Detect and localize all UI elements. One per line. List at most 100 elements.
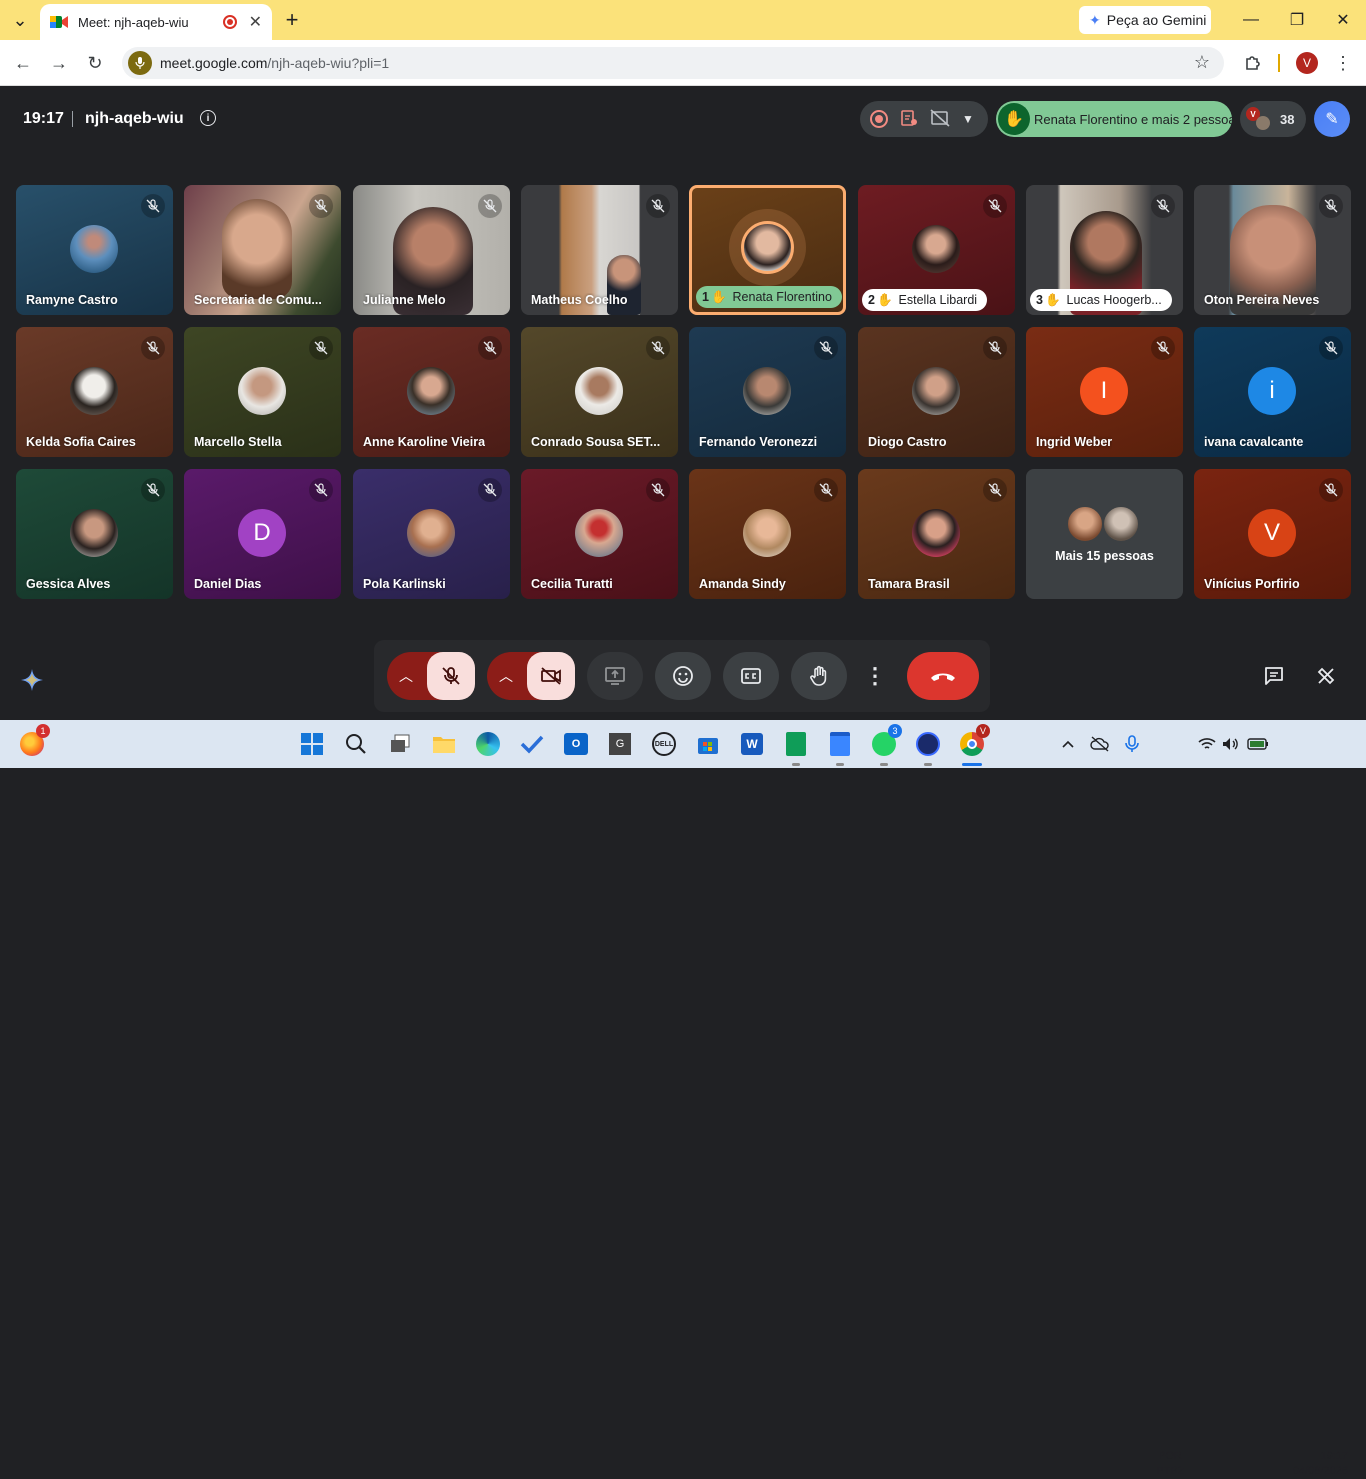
back-arrow-icon[interactable]: ←	[10, 50, 36, 76]
store-icon[interactable]	[692, 728, 724, 760]
participant-tile[interactable]: Kelda Sofia Caires	[16, 327, 173, 457]
browser-menu-icon[interactable]: ⋮	[1330, 50, 1356, 76]
participant-tile[interactable]: Conrado Sousa SET...	[521, 327, 678, 457]
raised-hands-chip[interactable]: ✋ Renata Florentino e mais 2 pessoas	[996, 101, 1232, 137]
participant-tile-speaking[interactable]: 1 ✋ Renata Florentino	[689, 185, 846, 315]
running-indicator	[880, 763, 888, 766]
search-icon[interactable]	[340, 728, 372, 760]
participant-tile[interactable]: Amanda Sindy	[689, 469, 846, 599]
minimize-window-button[interactable]: —	[1228, 0, 1274, 40]
address-bar[interactable]: meet.google.com/njh-aqeb-wiu?pli=1 ☆	[122, 47, 1224, 79]
task-view-icon[interactable]	[384, 728, 416, 760]
signal-app-icon[interactable]	[912, 728, 944, 766]
video-controls-group: ︿	[487, 652, 575, 700]
participant-tile[interactable]: Anne Karoline Vieira	[353, 327, 510, 457]
participant-tile[interactable]: Diogo Castro	[858, 327, 1015, 457]
participant-tile[interactable]: Marcello Stella	[184, 327, 341, 457]
host-tools-icon[interactable]	[1302, 656, 1350, 696]
forward-arrow-icon[interactable]: →	[46, 50, 72, 76]
input-language-indicator[interactable]: POR PTB2	[1152, 1449, 1188, 1479]
todo-icon[interactable]	[516, 728, 548, 760]
clock-time: 19:17	[1320, 1450, 1348, 1462]
url-host: meet.google.com	[160, 55, 268, 71]
firefox-icon[interactable]: 1	[16, 724, 50, 760]
captions-off-icon[interactable]	[930, 108, 950, 130]
chrome-icon[interactable]: V	[956, 724, 990, 766]
cloud-off-icon[interactable]	[1088, 728, 1112, 760]
participant-tile[interactable]: Fernando Veronezzi	[689, 327, 846, 457]
meeting-info-icon[interactable]: i	[200, 110, 216, 126]
more-options-icon[interactable]: ⋮	[859, 652, 891, 700]
participant-tile[interactable]: Gessica Alves	[16, 469, 173, 599]
more-participants-tile[interactable]: Mais 15 pessoas	[1026, 469, 1183, 599]
app-g-icon[interactable]: G	[604, 728, 636, 760]
gemini-star-icon: ✦	[1089, 11, 1101, 28]
video-options-chevron-icon[interactable]: ︿	[499, 666, 513, 686]
participant-tile[interactable]: D Daniel Dias	[184, 469, 341, 599]
browser-tab-meet[interactable]: Meet: njh-aqeb-wiu ✕	[40, 4, 272, 40]
spreadsheet-icon[interactable]	[780, 728, 812, 766]
microphone-site-icon[interactable]	[128, 51, 152, 75]
participant-video-tile[interactable]: Oton Pereira Neves	[1194, 185, 1351, 315]
participant-name: Ramyne Castro	[26, 293, 118, 307]
tab-search-icon[interactable]: ⌄	[8, 8, 32, 32]
camera-off-button[interactable]	[527, 652, 575, 700]
whatsapp-icon[interactable]: 3	[868, 724, 902, 766]
raise-hand-button[interactable]	[791, 652, 847, 700]
participant-initial-avatar: I	[1080, 367, 1128, 415]
profile-avatar[interactable]: V	[1296, 52, 1318, 74]
participant-tile[interactable]: Pola Karlinski	[353, 469, 510, 599]
people-button[interactable]: V 38	[1240, 101, 1306, 137]
battery-charging-icon[interactable]	[1246, 728, 1270, 760]
participant-tile[interactable]: i ivana cavalcante	[1194, 327, 1351, 457]
participant-tile[interactable]: 2 ✋ Estella Libardi	[858, 185, 1015, 315]
notepad-icon[interactable]	[824, 728, 856, 766]
reactions-button[interactable]	[655, 652, 711, 700]
outlook-icon[interactable]: O	[560, 728, 592, 760]
bookmark-star-icon[interactable]: ☆	[1194, 52, 1210, 73]
participant-tile[interactable]: V Vinícius Porfirio	[1194, 469, 1351, 599]
maximize-window-button[interactable]: ❐	[1274, 0, 1320, 40]
participant-grid: Ramyne Castro Secretaria de Comu... Juli…	[16, 185, 1351, 599]
participant-video-tile[interactable]: Secretaria de Comu...	[184, 185, 341, 315]
file-explorer-icon[interactable]	[428, 728, 460, 760]
wifi-icon[interactable]	[1196, 728, 1218, 760]
leave-call-button[interactable]	[907, 652, 979, 700]
present-screen-button[interactable]	[587, 652, 643, 700]
present-screen-icon	[605, 667, 625, 685]
transcript-icon[interactable]	[900, 109, 918, 130]
windows-start-icon[interactable]	[296, 728, 328, 760]
ask-gemini-button[interactable]: ✦ Peça ao Gemini	[1079, 6, 1211, 34]
participant-tile[interactable]: Cecilia Turatti	[521, 469, 678, 599]
participant-tile[interactable]: I Ingrid Weber	[1026, 327, 1183, 457]
gemini-notes-pen-icon[interactable]: ✎	[1314, 101, 1350, 137]
participant-avatar	[743, 509, 791, 557]
participant-video-tile[interactable]: 3 ✋ Lucas Hoogerb...	[1026, 185, 1183, 315]
captions-button[interactable]	[723, 652, 779, 700]
muted-mic-icon	[478, 336, 502, 360]
tray-chevron-up-icon[interactable]	[1056, 728, 1080, 760]
participant-video-tile[interactable]: Julianne Melo	[353, 185, 510, 315]
gemini-sparkle-icon[interactable]	[10, 658, 54, 702]
participant-tile[interactable]: Ramyne Castro	[16, 185, 173, 315]
reload-icon[interactable]: ↻	[82, 50, 108, 76]
volume-icon[interactable]	[1220, 728, 1242, 760]
system-clock[interactable]: 19:17 04/08/2026	[1278, 1449, 1348, 1479]
microphone-off-button[interactable]	[427, 652, 475, 700]
raised-hand-badge: 2 ✋ Estella Libardi	[862, 289, 988, 311]
close-window-button[interactable]: ✕	[1320, 0, 1366, 40]
audio-options-chevron-icon[interactable]: ︿	[399, 666, 413, 686]
participant-tile[interactable]: Tamara Brasil	[858, 469, 1015, 599]
new-tab-button[interactable]: +	[280, 7, 304, 32]
chevron-down-icon[interactable]: ▼	[962, 112, 974, 126]
participant-video-tile[interactable]: Matheus Coelho	[521, 185, 678, 315]
recording-icon[interactable]	[870, 110, 888, 128]
extensions-puzzle-icon[interactable]	[1240, 50, 1266, 76]
dell-icon[interactable]: DELL	[648, 728, 680, 760]
word-icon[interactable]: W	[736, 728, 768, 760]
running-indicator	[792, 763, 800, 766]
tab-close-icon[interactable]: ✕	[249, 12, 262, 32]
chat-icon[interactable]	[1250, 656, 1298, 696]
edge-icon[interactable]	[472, 728, 504, 760]
microphone-tray-icon[interactable]	[1120, 728, 1144, 760]
